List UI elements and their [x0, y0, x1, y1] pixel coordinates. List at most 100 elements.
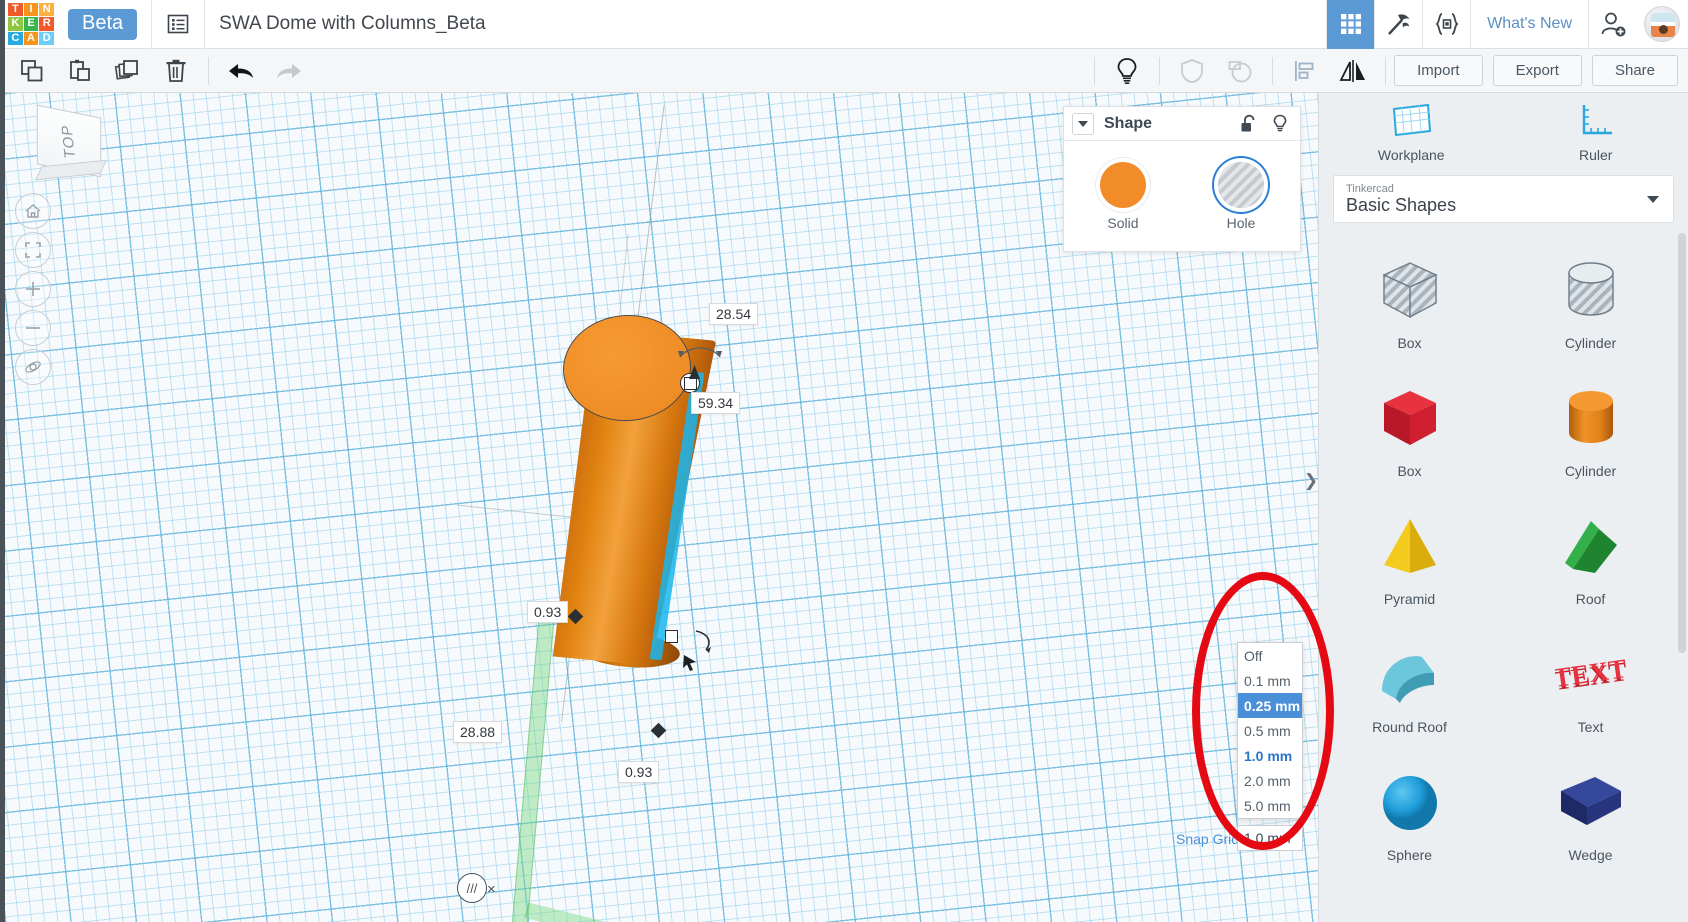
zoom-out-icon[interactable] — [15, 310, 51, 346]
snap-grid-option[interactable]: 5.0 mm — [1238, 793, 1302, 818]
cylinder-object[interactable] — [545, 293, 765, 713]
undo-icon[interactable] — [217, 49, 265, 93]
text-icon: TEXT TEXT — [1555, 653, 1627, 696]
shape-item-box-solid[interactable]: Box — [1319, 367, 1500, 495]
codeblocks-braces-icon[interactable] — [1422, 0, 1470, 49]
user-avatar-icon[interactable] — [1644, 6, 1680, 42]
shape-option-label: Solid — [1107, 214, 1139, 231]
fit-view-icon[interactable] — [15, 232, 51, 268]
orbit-view-icon[interactable] — [15, 349, 51, 385]
snap-grid-dropdown[interactable]: Off 0.1 mm 0.25 mm 0.5 mm 1.0 mm 2.0 mm … — [1237, 642, 1303, 819]
whats-new-link[interactable]: What's New — [1470, 0, 1588, 49]
edit-toolbar: Import Export Share — [0, 49, 1688, 93]
cylinder-solid-icon — [1568, 391, 1613, 443]
snap-grid-option[interactable]: 0.25 mm — [1238, 693, 1302, 718]
dimension-label[interactable]: 28.88 — [453, 721, 503, 743]
chevron-down-icon[interactable] — [1072, 112, 1094, 135]
snap-grid-value[interactable]: 1.0 mm — [1237, 825, 1303, 851]
shape-item-cylinder-hole[interactable]: Cylinder — [1500, 239, 1681, 367]
beta-badge[interactable]: Beta — [68, 8, 138, 40]
dimension-label[interactable]: 28.54 — [709, 303, 759, 325]
shape-item-roof[interactable]: Roof — [1500, 495, 1681, 623]
hole-swatch-icon[interactable] — [1218, 161, 1264, 208]
sidebar-scrollbar[interactable] — [1678, 233, 1686, 653]
snap-grid-option[interactable]: Off — [1238, 643, 1302, 668]
dimension-label[interactable]: 59.34 — [691, 392, 741, 414]
shape-panel-header: Shape — [1064, 107, 1300, 141]
snap-grid-option[interactable]: 1.0 mm — [1238, 743, 1302, 768]
shape-item-label: Box — [1397, 335, 1422, 351]
logo-letter: D — [39, 31, 54, 45]
logo-letter: E — [23, 17, 39, 31]
divider — [1385, 56, 1387, 85]
snap-grid-option[interactable]: 0.5 mm — [1238, 718, 1302, 743]
shape-item-box-hole[interactable]: Box — [1319, 239, 1500, 367]
library-supertitle: Tinkercad — [1346, 182, 1394, 195]
grid-apps-icon[interactable] — [1326, 0, 1375, 49]
cylinder-hole-icon — [1567, 262, 1614, 316]
snap-grid-option[interactable]: 0.1 mm — [1238, 668, 1302, 693]
shape-item-label: Roof — [1575, 591, 1606, 607]
dimension-label[interactable]: 0.93 — [618, 761, 660, 783]
document-title[interactable]: SWA Dome with Columns_Beta — [219, 13, 485, 35]
dimension-label[interactable]: 0.93 — [527, 601, 569, 623]
view-cube[interactable]: TOP — [35, 104, 113, 181]
shape-option-label: Hole — [1226, 214, 1256, 231]
shape-item-round-roof[interactable]: Round Roof — [1319, 623, 1500, 751]
sidebar-tool-label: Ruler — [1579, 147, 1613, 163]
share-button[interactable]: Share — [1591, 55, 1678, 86]
workplane-marker-badge[interactable]: /// — [457, 873, 487, 903]
home-view-icon[interactable] — [15, 193, 51, 229]
box-hole-icon — [1381, 262, 1438, 319]
panel-collapse-arrow-icon[interactable]: ❯ — [1303, 466, 1319, 496]
mirror-icon[interactable] — [1329, 49, 1377, 93]
sidebar-tool-workplane[interactable]: Workplane — [1319, 93, 1504, 171]
shape-item-label: Cylinder — [1564, 463, 1617, 479]
duplicate-icon[interactable] — [104, 49, 152, 93]
shape-panel-body: Solid Hole — [1064, 141, 1300, 251]
delete-icon[interactable] — [152, 49, 200, 93]
view-cube-label: TOP — [58, 123, 80, 159]
paste-icon[interactable] — [56, 49, 104, 93]
group-icon[interactable] — [1168, 49, 1216, 93]
copy-icon[interactable] — [8, 49, 56, 93]
snap-grid-label: Snap Grid — [1176, 831, 1240, 847]
cursor-arrow-icon — [683, 655, 696, 671]
sidebar-tool-ruler[interactable]: Ruler — [1504, 93, 1688, 171]
shape-panel-title: Shape — [1104, 114, 1153, 132]
solid-swatch-icon[interactable] — [1100, 161, 1146, 208]
redo-icon[interactable] — [265, 49, 313, 93]
ungroup-icon[interactable] — [1216, 49, 1264, 93]
corner-scale-handle[interactable] — [665, 630, 678, 643]
toolbar-right-group: Import Export Share — [1086, 49, 1688, 93]
shape-item-wedge[interactable]: Wedge — [1500, 751, 1681, 879]
workplane-close-icon[interactable]: × — [487, 881, 496, 898]
export-button[interactable]: Export — [1492, 55, 1582, 86]
shape-item-pyramid[interactable]: Pyramid — [1319, 495, 1500, 623]
lightbulb-icon[interactable] — [1103, 49, 1151, 93]
divider — [208, 56, 209, 85]
shape-library-selector[interactable]: Tinkercad Basic Shapes — [1333, 175, 1674, 223]
top-bar-right-group: What's New — [1326, 0, 1688, 49]
align-icon[interactable] — [1281, 49, 1329, 93]
chevron-down-icon[interactable] — [1647, 196, 1659, 203]
shape-option-solid[interactable]: Solid — [1064, 141, 1182, 251]
shape-option-hole[interactable]: Hole — [1182, 141, 1300, 251]
rotation-arc-icon[interactable] — [677, 341, 723, 363]
shape-item-sphere[interactable]: Sphere — [1319, 751, 1500, 879]
rotation-handle-icon[interactable] — [693, 628, 715, 654]
list-menu-icon[interactable] — [152, 0, 204, 49]
shape-item-label: Text — [1577, 719, 1604, 735]
shape-item-cylinder-solid[interactable]: Cylinder — [1500, 367, 1681, 495]
unlock-icon[interactable] — [1240, 114, 1258, 134]
lightbulb-icon[interactable] — [1272, 114, 1288, 134]
pickaxe-icon[interactable] — [1374, 0, 1422, 49]
zoom-in-icon[interactable] — [15, 271, 51, 307]
edge-scale-handle[interactable] — [650, 722, 667, 739]
snap-grid-option[interactable]: 2.0 mm — [1238, 768, 1302, 793]
shape-item-text[interactable]: TEXT TEXT Text — [1500, 623, 1681, 751]
wedge-icon — [1560, 777, 1621, 825]
invite-user-icon[interactable] — [1588, 0, 1636, 49]
import-button[interactable]: Import — [1394, 55, 1483, 86]
tinkercad-logo[interactable]: T I N K E R C A D — [8, 3, 54, 45]
